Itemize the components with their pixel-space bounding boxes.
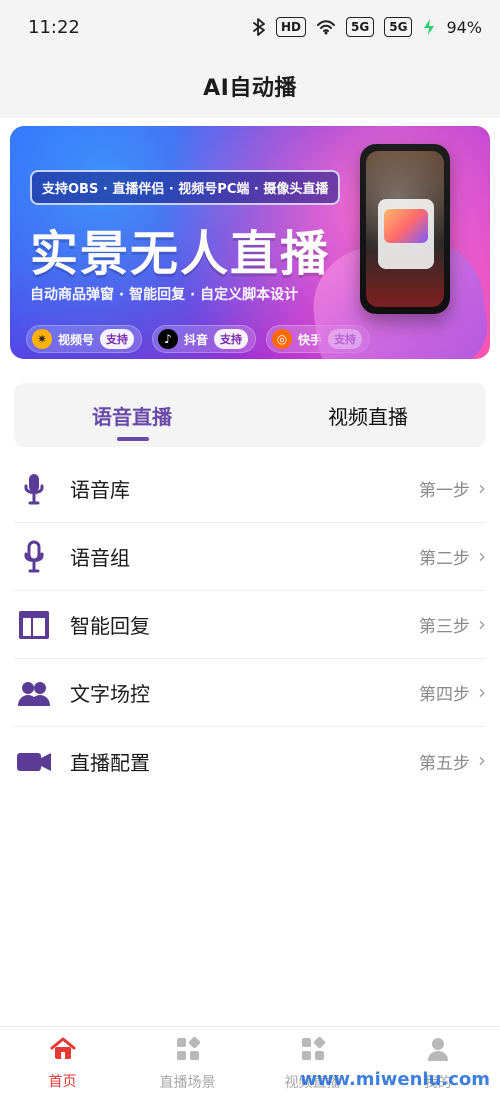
menu-item-label: 语音库 [70, 478, 130, 502]
grid-icon [300, 1036, 326, 1066]
nav-label: 我的 [423, 1074, 452, 1091]
menu-item-label: 文字场控 [70, 682, 150, 706]
wifi-icon [316, 19, 336, 35]
nav-label: 视频直播 [284, 1074, 341, 1091]
support-pill-weixin-video: ✷ 视频号 支持 [26, 325, 143, 353]
banner-subtitle: 自动商品弹窗 · 智能回复 · 自定义脚本设计 [30, 287, 299, 303]
step-label: 第四步 [419, 685, 470, 705]
banner-container: 支持OBS · 直播伴侣 · 视频号PC端 · 摄像头直播 实景无人直播 自动商… [0, 118, 500, 359]
active-tab-indicator [117, 437, 149, 441]
tab-video-live[interactable]: 视频直播 [250, 383, 486, 447]
chevron-right-icon: › [478, 611, 486, 636]
support-platform-name: 视频号 [58, 332, 95, 347]
user-icon [425, 1036, 451, 1066]
support-badge: 支持 [100, 329, 135, 349]
kuaishou-logo-icon: ◎ [272, 329, 293, 349]
layout-panels-icon [14, 605, 54, 645]
menu-row-smart-reply[interactable]: 智能回复 第三步 › [14, 591, 486, 659]
chevron-right-icon: › [478, 679, 486, 704]
chevron-right-icon: › [478, 475, 486, 500]
nav-label: 首页 [48, 1073, 77, 1090]
step-label: 第三步 [419, 617, 470, 637]
support-pill-douyin: ♪ 抖音 支持 [152, 325, 257, 353]
menu-row-right: 第四步 › [419, 679, 486, 706]
bottom-navigation: 首页 直播场景 视频直播 我的 www.miwenlu.com [0, 1026, 500, 1100]
step-label: 第五步 [419, 753, 470, 774]
promo-banner[interactable]: 支持OBS · 直播伴侣 · 视频号PC端 · 摄像头直播 实景无人直播 自动商… [10, 126, 490, 359]
step-label: 第一步 [419, 481, 470, 501]
grid-icon [175, 1036, 201, 1066]
menu-row-left: 语音组 [14, 537, 419, 577]
signal-indicator-2: 5G [384, 17, 413, 37]
menu-row-live-config[interactable]: 直播配置 第五步 › [14, 727, 486, 795]
app-header: AI自动播 [0, 54, 500, 118]
status-bar: 11:22 HD 5G 5G 94% [0, 0, 500, 54]
microphone-filled-icon [14, 469, 54, 509]
status-icons: HD 5G 5G 94% [252, 17, 482, 37]
nav-live-scenes[interactable]: 直播场景 [125, 1027, 250, 1100]
support-platform-name: 抖音 [184, 332, 209, 347]
users-icon [14, 673, 54, 713]
step-label: 第二步 [419, 549, 470, 569]
page-title: AI自动播 [203, 76, 297, 101]
nav-video-live[interactable]: 视频直播 [250, 1027, 375, 1100]
setup-menu: 语音库 第一步 › 语音组 第二步 › 智能回复 第三步 › 文字场控 第四步 … [0, 455, 500, 795]
menu-row-left: 语音库 [14, 469, 419, 509]
chevron-right-icon: › [478, 748, 486, 772]
nav-profile[interactable]: 我的 [375, 1027, 500, 1100]
chevron-right-icon: › [478, 543, 486, 568]
video-camera-icon [14, 741, 54, 781]
menu-item-label: 语音组 [70, 546, 130, 570]
weixin-video-logo-icon: ✷ [32, 329, 52, 349]
battery-charging-icon [422, 18, 436, 36]
menu-row-right: 第二步 › [419, 543, 486, 570]
signal-indicator-1: 5G [346, 17, 375, 37]
banner-feature-pill: 支持OBS · 直播伴侣 · 视频号PC端 · 摄像头直播 [30, 170, 341, 205]
menu-row-left: 直播配置 [14, 741, 419, 781]
menu-row-voice-library[interactable]: 语音库 第一步 › [14, 455, 486, 523]
menu-item-label: 智能回复 [70, 614, 150, 638]
menu-row-right: 第一步 › [419, 475, 486, 502]
menu-row-right: 第五步 › [419, 749, 486, 774]
bluetooth-icon [252, 18, 266, 36]
douyin-logo-icon: ♪ [158, 329, 179, 349]
banner-phone-illustration [360, 144, 450, 314]
nav-label: 直播场景 [159, 1074, 216, 1091]
battery-percent: 94% [446, 17, 482, 37]
status-time: 11:22 [28, 16, 80, 38]
menu-row-voice-group[interactable]: 语音组 第二步 › [14, 523, 486, 591]
phone-overlay-card [378, 199, 434, 269]
menu-row-right: 第三步 › [419, 611, 486, 638]
home-icon [49, 1037, 77, 1065]
menu-row-text-control[interactable]: 文字场控 第四步 › [14, 659, 486, 727]
microphone-outline-icon [14, 537, 54, 577]
menu-row-left: 智能回复 [14, 605, 419, 645]
support-badge: 支持 [214, 329, 249, 349]
banner-title: 实景无人直播 [30, 226, 331, 282]
hd-indicator: HD [276, 17, 307, 37]
menu-item-label: 直播配置 [70, 750, 150, 775]
phone-screen [366, 151, 444, 307]
menu-row-left: 文字场控 [14, 673, 419, 713]
live-mode-tabs: 语音直播 视频直播 [14, 383, 486, 447]
nav-home[interactable]: 首页 [0, 1027, 125, 1100]
